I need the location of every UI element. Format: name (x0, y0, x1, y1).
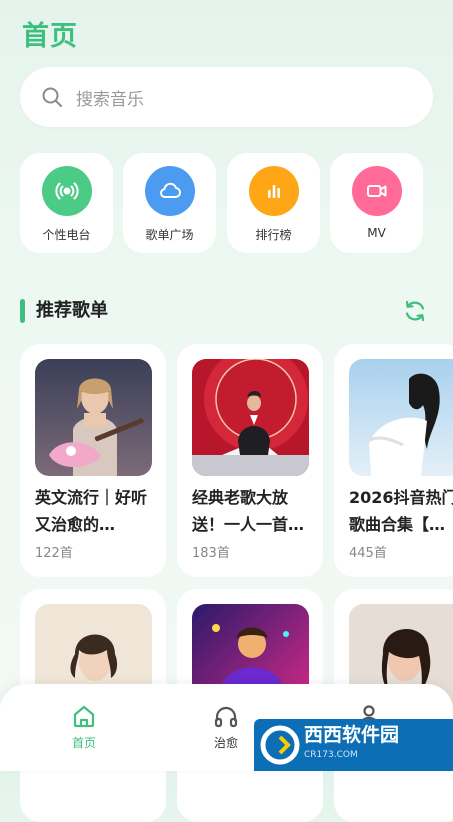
quick-action-label: 个性电台 (42, 228, 91, 242)
playlist-count: 445首 (349, 546, 387, 561)
playlist-count: 183首 (192, 546, 230, 561)
playlist-cover (349, 359, 453, 476)
nav-item-home[interactable]: 首页 (54, 702, 114, 751)
quick-action-playlist-square[interactable]: 歌单广场 (123, 153, 216, 253)
playlist-cover (192, 359, 309, 476)
search-bar[interactable]: 搜索音乐 (20, 67, 433, 127)
section-accent-bar (20, 299, 25, 323)
quick-action-mv[interactable]: MV (330, 153, 423, 253)
watermark-sub: CR173.COM (304, 750, 358, 760)
headphones-icon (214, 706, 238, 728)
quick-action-radio[interactable]: 个性电台 (20, 153, 113, 253)
playlist-title: 2026抖音热门歌曲合集【… (349, 488, 453, 534)
playlist-title: 英文流行｜好听又治愈的… (35, 488, 148, 534)
nav-label: 治愈 (213, 736, 238, 750)
playlist-card[interactable]: 英文流行｜好听又治愈的… 122首 (20, 344, 166, 577)
video-icon (366, 185, 386, 197)
playlist-cover (35, 359, 152, 476)
quick-action-charts[interactable]: 排行榜 (227, 153, 320, 253)
watermark-logo: 西西软件园 CR173.COM (254, 719, 453, 771)
page-title: 首页 (22, 21, 78, 52)
quick-action-label: 歌单广场 (145, 228, 194, 242)
home-icon (73, 705, 95, 728)
watermark-text: 西西软件园 (304, 724, 400, 746)
cloud-icon (159, 182, 181, 198)
search-icon (42, 87, 62, 107)
quick-action-label: MV (367, 226, 386, 240)
section-title: 推荐歌单 (36, 300, 108, 321)
nav-label: 首页 (71, 736, 96, 750)
playlist-count: 122首 (35, 546, 73, 561)
nav-item-healing[interactable]: 治愈 (196, 702, 256, 751)
playlist-title: 经典老歌大放送！一人一首… (192, 488, 305, 534)
search-placeholder: 搜索音乐 (76, 89, 144, 110)
playlist-card[interactable]: 2026抖音热门歌曲合集【… 445首 (334, 344, 453, 577)
refresh-icon[interactable] (402, 298, 428, 324)
playlist-card[interactable]: 经典老歌大放送！一人一首… 183首 (177, 344, 323, 577)
chart-icon (267, 185, 280, 198)
radio-icon (54, 182, 79, 200)
quick-action-label: 排行榜 (255, 228, 292, 242)
